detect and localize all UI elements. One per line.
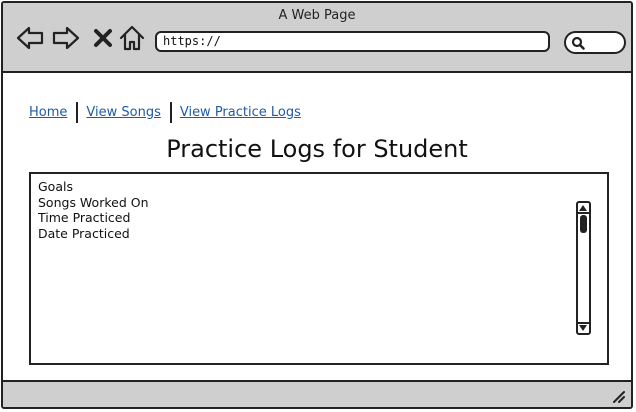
home-icon [119, 25, 145, 51]
list-item-songs-worked-on[interactable]: Songs Worked On [38, 195, 149, 211]
scroll-down-icon[interactable] [579, 325, 587, 331]
scrollbar-divider [578, 212, 589, 214]
list-item-date-practiced[interactable]: Date Practiced [38, 226, 149, 242]
stop-button[interactable] [88, 23, 118, 53]
page-nav: Home View Songs View Practice Logs [29, 100, 301, 124]
list-item-goals[interactable]: Goals [38, 179, 149, 195]
scroll-thumb[interactable] [580, 215, 587, 233]
practice-log-list[interactable]: Goals Songs Worked On Time Practiced Dat… [29, 172, 609, 365]
nav-divider [76, 101, 79, 123]
scrollbar-divider [578, 322, 589, 324]
forward-button[interactable] [51, 23, 81, 53]
vertical-scrollbar[interactable] [576, 201, 591, 335]
nav-divider [169, 101, 172, 123]
url-input[interactable]: https:// [155, 31, 550, 52]
list-item-time-practiced[interactable]: Time Practiced [38, 210, 149, 226]
log-fields: Goals Songs Worked On Time Practiced Dat… [38, 179, 149, 242]
search-field[interactable] [564, 31, 626, 54]
close-icon [94, 29, 112, 47]
scroll-up-icon[interactable] [579, 205, 587, 211]
browser-window: A Web Page https:// Home View Songs View… [1, 1, 633, 409]
back-button[interactable] [15, 23, 45, 53]
search-icon [571, 36, 585, 50]
home-button[interactable] [117, 23, 147, 53]
nav-link-view-practice-logs[interactable]: View Practice Logs [180, 105, 301, 120]
browser-toolbar: A Web Page https:// [3, 3, 631, 73]
nav-link-home[interactable]: Home [29, 105, 67, 120]
page-title: Practice Logs for Student [166, 135, 468, 163]
status-bar [3, 380, 631, 407]
forward-arrow-icon [52, 26, 80, 50]
window-title: A Web Page [278, 8, 356, 23]
nav-link-view-songs[interactable]: View Songs [86, 105, 160, 120]
back-arrow-icon [16, 26, 44, 50]
resize-grip-icon[interactable] [611, 389, 625, 403]
